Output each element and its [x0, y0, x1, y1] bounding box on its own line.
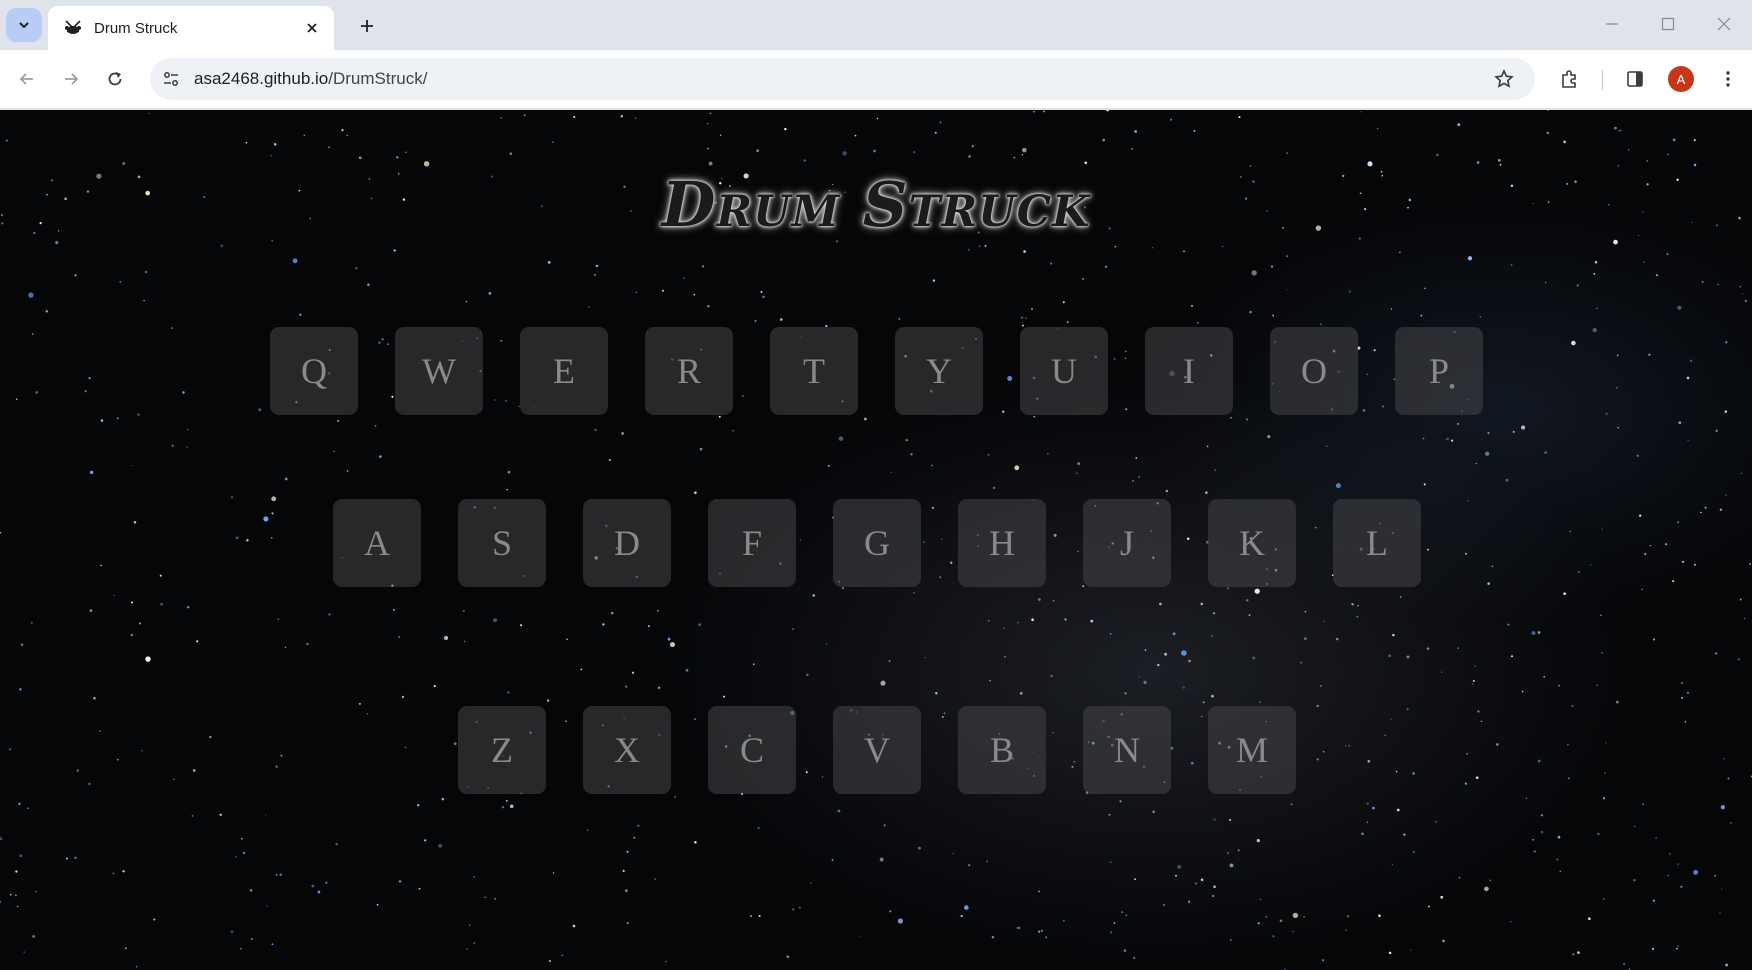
tab-title: Drum Struck: [94, 19, 178, 37]
drum-key-i[interactable]: I: [1145, 327, 1233, 415]
drum-favicon-icon: [65, 20, 81, 34]
tab-search-button[interactable]: [6, 8, 42, 42]
drum-key-f[interactable]: F: [708, 499, 796, 587]
drum-key-v[interactable]: V: [833, 706, 921, 794]
drum-key-w[interactable]: W: [395, 327, 483, 415]
close-tab-icon[interactable]: [302, 18, 322, 38]
drum-key-m[interactable]: M: [1208, 706, 1296, 794]
drum-key-n[interactable]: N: [1083, 706, 1171, 794]
side-panel-icon: [1627, 71, 1643, 87]
drum-key-t[interactable]: T: [770, 327, 858, 415]
minimize-button[interactable]: [1590, 8, 1634, 40]
url-text: asa2468.github.io/DrumStruck/: [194, 69, 427, 89]
maximize-icon: [1661, 17, 1675, 31]
drum-key-d[interactable]: D: [583, 499, 671, 587]
close-window-button[interactable]: [1702, 8, 1746, 40]
tab-strip: Drum Struck: [0, 0, 1752, 50]
url-path: /DrumStruck/: [328, 69, 428, 88]
maximize-button[interactable]: [1646, 8, 1690, 40]
close-icon: [1717, 17, 1731, 31]
browser-toolbar: asa2468.github.io/DrumStruck/ A: [0, 50, 1752, 109]
page-title: Drum Struck: [661, 168, 1091, 241]
profile-avatar[interactable]: A: [1668, 66, 1694, 92]
url-host: asa2468.github.io: [194, 69, 329, 88]
drum-key-j[interactable]: J: [1083, 499, 1171, 587]
drum-key-b[interactable]: B: [958, 706, 1046, 794]
arrow-left-icon: [19, 73, 33, 85]
extensions-button[interactable]: [1552, 62, 1586, 96]
drum-key-e[interactable]: E: [520, 327, 608, 415]
tab-drum-struck[interactable]: Drum Struck: [48, 6, 334, 50]
drum-key-o[interactable]: O: [1270, 327, 1358, 415]
plus-icon: [361, 20, 373, 32]
puzzle-icon: [1562, 70, 1576, 88]
drum-key-c[interactable]: C: [708, 706, 796, 794]
menu-button[interactable]: [1711, 62, 1745, 96]
reload-button[interactable]: [98, 62, 132, 96]
drum-key-x[interactable]: X: [583, 706, 671, 794]
toolbar-divider: [1602, 70, 1603, 90]
kebab-menu-icon: [1726, 71, 1730, 87]
arrow-right-icon: [65, 73, 79, 85]
site-info-icon[interactable]: [154, 62, 188, 96]
side-panel-button[interactable]: [1618, 62, 1652, 96]
drum-key-g[interactable]: G: [833, 499, 921, 587]
back-button[interactable]: [10, 62, 44, 96]
drum-key-h[interactable]: H: [958, 499, 1046, 587]
new-tab-button[interactable]: [352, 11, 382, 41]
drum-key-a[interactable]: A: [333, 499, 421, 587]
drum-key-s[interactable]: S: [458, 499, 546, 587]
drum-key-p[interactable]: P: [1395, 327, 1483, 415]
address-bar[interactable]: asa2468.github.io/DrumStruck/: [150, 58, 1535, 100]
chevron-down-icon: [19, 22, 29, 29]
bookmark-star-icon[interactable]: [1487, 62, 1521, 96]
drum-key-y[interactable]: Y: [895, 327, 983, 415]
minimize-icon: [1606, 23, 1618, 25]
drum-key-r[interactable]: R: [645, 327, 733, 415]
drum-key-k[interactable]: K: [1208, 499, 1296, 587]
forward-button[interactable]: [54, 62, 88, 96]
page-viewport: Drum Struck QWERTYUIOP ASDFGHJKL ZXCVBNM: [0, 110, 1752, 970]
drum-key-z[interactable]: Z: [458, 706, 546, 794]
reload-icon: [108, 72, 122, 86]
drum-key-l[interactable]: L: [1333, 499, 1421, 587]
drum-key-q[interactable]: Q: [270, 327, 358, 415]
drum-key-u[interactable]: U: [1020, 327, 1108, 415]
